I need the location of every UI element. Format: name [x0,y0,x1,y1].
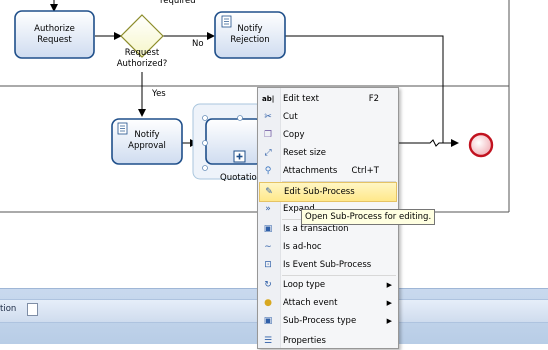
menu-item-properties[interactable]: ☰ Properties [259,332,397,350]
properties-icon: ☰ [263,336,273,346]
attach-event-icon: ● [264,298,272,308]
menu-item-is-ad-hoc[interactable]: ∼ Is ad-hoc [259,238,397,256]
task-notify-rejection-label: Notify Rejection [230,24,270,45]
subprocess-type-icon: ▣ [263,316,273,326]
document-icon[interactable] [27,303,38,316]
gateway-label: Request Authorized? [116,48,168,69]
end-event[interactable] [468,132,494,158]
flow-label-no: No [192,39,204,49]
event-subprocess-icon: ⊡ [264,260,272,270]
menu-item-attachments[interactable]: ⚲ Attachments Ctrl+T [259,162,397,180]
menu-item-reset-size[interactable]: ⤢ Reset size [259,144,397,162]
cut-icon: ✂ [264,112,272,122]
bottom-tab-label[interactable]: tion [0,304,16,314]
menu-item-copy[interactable]: ❐ Copy [259,126,397,144]
transaction-icon: ▣ [263,224,273,234]
ad-hoc-icon: ∼ [264,242,272,252]
reset-size-icon: ⤢ [264,148,272,158]
menu-item-cut[interactable]: ✂ Cut [259,108,397,126]
expand-icon: » [265,204,271,214]
copy-icon: ❐ [263,130,273,140]
menu-item-edit-text[interactable]: ab| Edit text F2 [259,90,397,108]
tooltip: Open Sub-Process for editing. [301,209,436,225]
top-annotation-label: required [160,0,196,6]
menu-item-attach-event[interactable]: ● Attach event ▶ [259,294,397,312]
menu-item-is-event-subprocess[interactable]: ⊡ Is Event Sub-Process [259,256,397,274]
subprocess-quotation[interactable] [192,103,264,180]
flow-label-yes: Yes [152,89,166,99]
submenu-arrow-icon: ▶ [386,317,392,325]
menu-item-edit-subprocess[interactable]: ✎ Edit Sub-Process [259,182,397,202]
collapsed-subprocess-marker-icon [233,150,246,163]
attachments-icon: ⚲ [264,166,272,176]
menu-item-loop-type[interactable]: ↻ Loop type ▶ [259,276,397,294]
loop-icon: ↻ [264,280,272,290]
subprocess-label: Quotation [220,173,263,183]
task-authorize-request-label: Authorize Request [34,24,75,45]
edit-subprocess-icon: ✎ [265,187,273,197]
submenu-arrow-icon: ▶ [386,299,392,307]
task-notify-approval-label: Notify Approval [128,130,166,151]
menu-item-subprocess-type[interactable]: ▣ Sub-Process type ▶ [259,312,397,330]
edit-text-icon: ab| [262,95,275,103]
submenu-arrow-icon: ▶ [386,281,392,289]
